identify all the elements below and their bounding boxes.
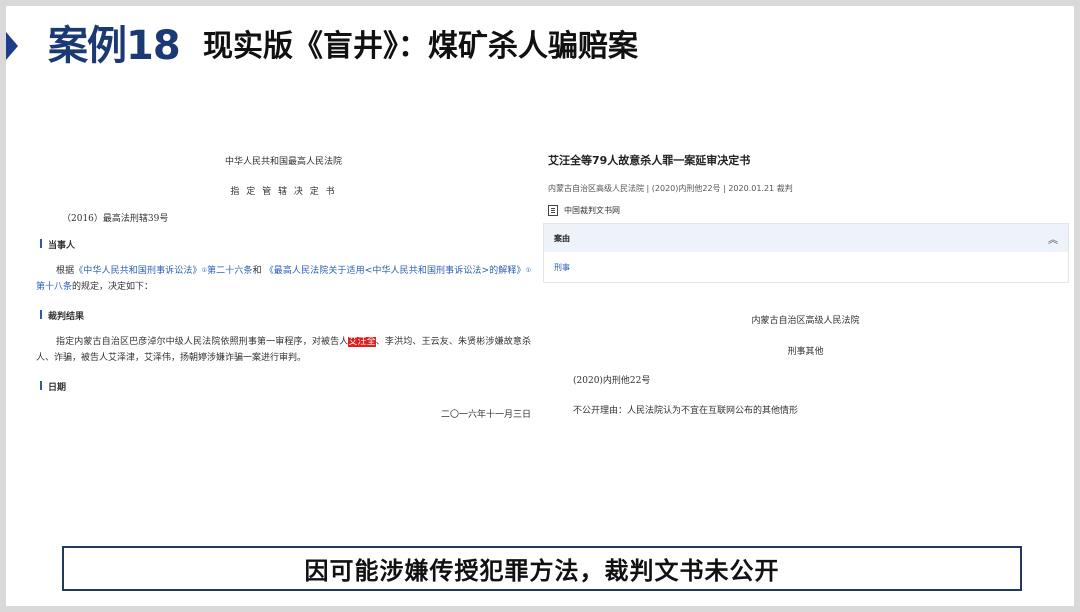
- basis-paragraph: 根据《中华人民共和国刑事诉讼法》 ① 第二十六条和 《最高人民法院关于适用<中华人民…: [36, 263, 531, 295]
- case-cause-label: 案由: [554, 233, 570, 243]
- section-date: 日期: [36, 380, 531, 393]
- law-link[interactable]: 《最高人民法院关于适用<中华人民共和国刑事诉讼法>的解释》: [265, 266, 526, 276]
- case-cause-panel: 案由 ︽ 刑事: [543, 223, 1069, 283]
- section-label: 裁判结果: [48, 312, 85, 322]
- section-result: 裁判结果: [36, 309, 531, 322]
- article-link[interactable]: 第十八条: [36, 282, 72, 292]
- record-title: 艾汪全等79人故意杀人罪一案延审决定书: [548, 154, 751, 167]
- section-label: 日期: [48, 383, 67, 393]
- document-number: (2020)内刑他22号: [573, 376, 651, 386]
- section-parties: 当事人: [36, 238, 531, 251]
- document-type: 刑事其他: [787, 347, 824, 357]
- highlighted-name: 艾汪全: [348, 337, 376, 347]
- section-bar: [40, 381, 42, 390]
- article-link[interactable]: 第二十六条: [207, 266, 253, 276]
- result-paragraph: 指定内蒙古自治区巴彦淖尔中级人民法院依照刑事第一审程序，对被告人艾汪全、李洪均、…: [36, 334, 531, 366]
- case-label: 案例18: [48, 23, 181, 69]
- inner-mongolia-decision: 艾汪全等79人故意杀人罪一案延审决定书 内蒙古自治区高级人民法院 | (2020…: [543, 146, 1069, 416]
- source-label: 中国裁判文书网: [564, 206, 620, 215]
- document-date: 二〇一六年十一月三日: [440, 410, 531, 420]
- section-label: 当事人: [48, 241, 76, 251]
- section-bar: [40, 310, 42, 319]
- slide: 案例18 现实版《盲井》：煤矿杀人骗赔案 中华人民共和国最高人民法院 指 定 管…: [6, 6, 1074, 606]
- para-text: 和: [252, 266, 262, 276]
- caption-box: 因可能涉嫌传授犯罪方法，裁判文书未公开: [62, 546, 1022, 591]
- para-text: 指定内蒙古自治区巴彦淖尔中级人民法院依照刑事第一审程序，对被告人: [56, 337, 349, 347]
- chevron-up-icon[interactable]: ︽: [1048, 231, 1058, 246]
- record-source: 中国裁判文书网: [543, 205, 1068, 216]
- slide-subtitle: 现实版《盲井》：煤矿杀人骗赔案: [203, 29, 638, 64]
- para-text: 的规定，决定如下：: [72, 282, 154, 292]
- document-icon: [548, 205, 558, 216]
- document-number: （2016）最高法刑辖39号: [62, 214, 169, 224]
- chevron-right-icon: [6, 32, 18, 60]
- nondisclosure-reason: 不公开理由：人民法院认为不宜在互联网公布的其他情形: [573, 406, 799, 416]
- law-link[interactable]: 《中华人民共和国刑事诉讼法》: [74, 266, 201, 276]
- case-cause-value[interactable]: 刑事: [544, 252, 1068, 282]
- section-bar: [40, 239, 42, 248]
- court-name: 中华人民共和国最高人民法院: [224, 157, 342, 167]
- para-text: 根据: [56, 266, 75, 276]
- court-name: 内蒙古自治区高级人民法院: [751, 316, 860, 326]
- footnote-marker[interactable]: ①: [526, 267, 531, 274]
- record-meta: 内蒙古自治区高级人民法院 | (2020)内刑他22号 | 2020.01.21…: [548, 184, 793, 193]
- case-cause-header[interactable]: 案由 ︽: [544, 224, 1068, 252]
- supreme-court-decision: 中华人民共和国最高人民法院 指 定 管 辖 决 定 书 （2016）最高法刑辖3…: [36, 146, 531, 420]
- document-title: 指 定 管 辖 决 定 书: [230, 187, 337, 197]
